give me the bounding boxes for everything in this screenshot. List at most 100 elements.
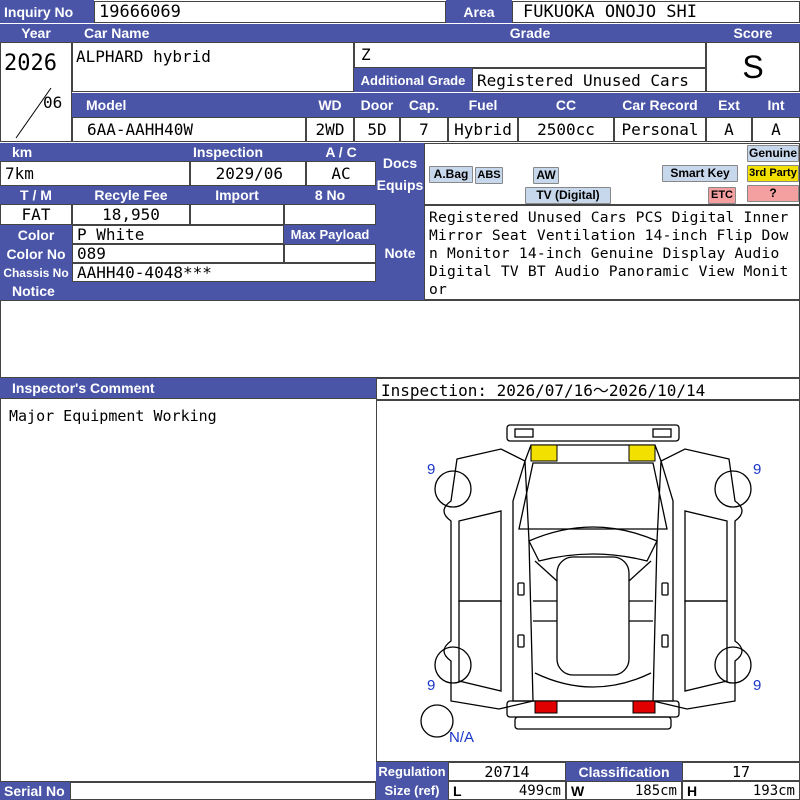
cap-label: Cap.: [400, 93, 448, 117]
car-record-label: Car Record: [614, 93, 706, 117]
tire-rear-left-value: 9: [427, 677, 436, 694]
inspection-period: Inspection: 2026/07/16～2026/10/14: [376, 378, 800, 400]
equips-panel: A.Bag ABS AW TV (Digital) Smart Key ETC …: [424, 143, 800, 205]
door-label: Door: [354, 93, 400, 117]
equip-abag: A.Bag: [429, 166, 473, 183]
equips-label: Equips: [376, 177, 424, 193]
chassis-label: Chassis No: [0, 263, 72, 282]
score-label: Score: [706, 24, 800, 42]
additional-grade-value: Registered Unused Cars: [472, 68, 706, 92]
size-length-label: L: [453, 782, 462, 799]
equip-abs: ABS: [475, 167, 503, 184]
size-label: Size (ref): [376, 781, 448, 800]
fuel-value: Hybrid: [448, 117, 518, 142]
tire-rear-right-value: 9: [753, 677, 762, 694]
ac-label: A / C: [306, 143, 376, 161]
size-width-value: 185cm: [634, 782, 677, 799]
km-label: km: [0, 143, 190, 161]
equip-etc: ETC: [708, 187, 736, 204]
ext-value: A: [706, 117, 752, 142]
km-value: 7km: [0, 161, 190, 186]
color-no-value: 089: [72, 244, 284, 263]
tire-front-right-value: 9: [753, 461, 762, 478]
legend-genuine: Genuine: [747, 145, 799, 162]
classification-label: Classification: [566, 762, 682, 781]
cap-value: 7: [400, 117, 448, 142]
damage-mark-front-left: [530, 444, 558, 462]
equip-aw: AW: [533, 167, 559, 184]
inspector-comment-text: Major Equipment Working: [0, 398, 377, 782]
car-name-label: Car Name: [72, 24, 354, 42]
spare-tire-value: N/A: [449, 729, 475, 746]
docs-equips-label: Docs Equips: [376, 143, 424, 205]
size-height: H 193cm: [682, 781, 800, 800]
recycle-label: Recyle Fee: [72, 186, 190, 204]
serial-value: [70, 782, 376, 800]
score-value: S: [706, 42, 800, 92]
color-no-label: Color No: [0, 244, 72, 263]
inquiry-value: 19666069: [94, 1, 446, 23]
ac-value: AC: [306, 161, 376, 186]
damage-mark-rear-left: [534, 700, 558, 714]
tm-value: FAT: [0, 204, 72, 225]
size-length: L 499cm: [448, 781, 566, 800]
additional-grade-label: Additional Grade: [354, 68, 472, 92]
recycle-value: 18,950: [72, 204, 190, 225]
inspection-value: 2029/06: [190, 161, 306, 186]
size-width: W 185cm: [566, 781, 682, 800]
model-value: 6AA-AAHH40W: [72, 117, 306, 142]
cc-label: CC: [518, 93, 614, 117]
note-label: Note: [376, 205, 424, 300]
area-value: FUKUOKA ONOJO SHI: [512, 1, 800, 23]
damage-mark-front-right: [628, 444, 656, 462]
wd-label: WD: [306, 93, 354, 117]
max-payload-label: Max Payload: [284, 225, 376, 244]
docs-label: Docs: [382, 155, 418, 171]
regulation-label: Regulation: [376, 762, 448, 781]
inspection-label: Inspection: [190, 143, 306, 161]
grade-value: Z: [354, 42, 706, 68]
max-payload-value: [284, 244, 376, 263]
eight-no-label: 8 No: [284, 186, 376, 204]
year-label: Year: [0, 24, 72, 42]
int-label: Int: [752, 93, 800, 117]
int-value: A: [752, 117, 800, 142]
color-label: Color: [0, 225, 72, 244]
car-name-value: ALPHARD hybrid: [72, 42, 354, 92]
equip-tv: TV (Digital): [525, 187, 611, 204]
serial-label: Serial No: [0, 782, 70, 800]
equip-smart-key: Smart Key: [662, 165, 738, 182]
notice-value: [0, 300, 800, 378]
regulation-value: 20714: [448, 762, 566, 781]
ext-label: Ext: [706, 93, 752, 117]
tm-label: T / M: [0, 186, 72, 204]
import-label: Import: [190, 186, 284, 204]
inspector-comment-label: Inspector's Comment: [0, 378, 376, 398]
size-height-value: 193cm: [752, 782, 795, 799]
tire-front-left-value: 9: [427, 461, 436, 478]
year-value: 2026: [4, 51, 57, 76]
inquiry-label: Inquiry No: [0, 0, 94, 23]
cc-value: 2500cc: [518, 117, 614, 142]
car-diagram: 9 9 9 9 N/A: [376, 400, 800, 762]
chassis-value: AAHH40-4048***: [72, 263, 376, 282]
legend-third-party: 3rd Party: [747, 165, 799, 182]
size-length-value: 499cm: [518, 782, 561, 799]
classification-value: 17: [682, 762, 800, 781]
car-diagram-svg: [420, 424, 752, 738]
size-height-label: H: [687, 782, 698, 799]
import-value: [190, 204, 284, 225]
model-label: Model: [72, 93, 306, 117]
eight-no-value: [284, 204, 376, 225]
note-value: Registered Unused Cars PCS Digital Inner…: [424, 205, 800, 300]
door-value: 5D: [354, 117, 400, 142]
color-value: P White: [72, 225, 284, 244]
car-record-value: Personal: [614, 117, 706, 142]
grade-label: Grade: [354, 24, 706, 42]
area-label: Area: [446, 0, 512, 23]
damage-mark-rear-right: [632, 700, 656, 714]
month-value: 06: [43, 93, 63, 112]
size-width-label: W: [571, 782, 585, 799]
notice-label: Notice: [0, 282, 376, 300]
legend-unknown: ?: [747, 185, 799, 202]
